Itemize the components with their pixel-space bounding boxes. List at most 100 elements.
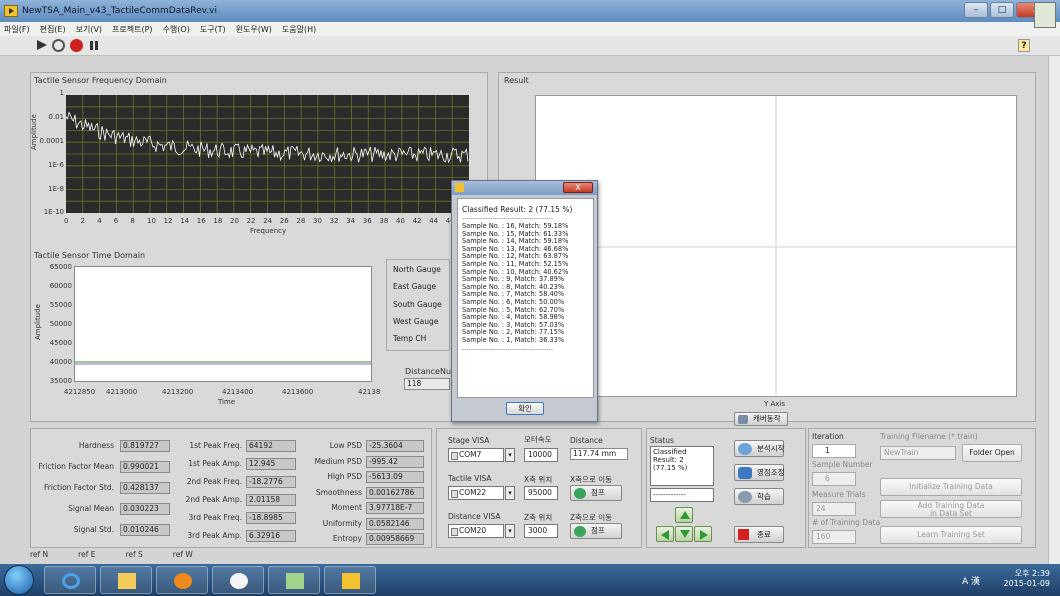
minimize-button[interactable]: – (964, 2, 988, 18)
x-pos-input[interactable]: 95000 (524, 486, 558, 500)
stage-visa-select[interactable]: COM7 (448, 448, 504, 462)
arrow-right-icon (574, 526, 586, 537)
menu-edit[interactable]: 편집(E) (40, 24, 66, 35)
internet-explorer-icon (62, 573, 80, 589)
run-continuously-icon[interactable] (52, 39, 65, 52)
match-line: Sample No. : 1, Match: 36.33% (462, 335, 565, 344)
menu-help[interactable]: 도움말(H) (282, 24, 316, 35)
move-up-button[interactable] (675, 507, 693, 523)
status-line: (77.15 %) (653, 464, 688, 472)
move-down-button[interactable] (675, 526, 693, 542)
tactile-visa-dropdown[interactable]: ▾ (505, 486, 515, 500)
dialog-ok-button[interactable]: 확인 (506, 402, 544, 415)
menu-file[interactable]: 파일(F) (4, 24, 30, 35)
freq-xtick: 8 (130, 217, 135, 225)
taskbar-paint[interactable] (268, 566, 320, 594)
time-plot-area[interactable] (74, 266, 372, 382)
distance-visa-label: Distance VISA (448, 512, 501, 521)
start-button[interactable] (4, 565, 34, 595)
move-left-button[interactable] (656, 526, 674, 542)
magnifier-icon (738, 443, 752, 455)
time-xtick: 4212850 (64, 388, 96, 396)
dialog-titlebar[interactable]: X (452, 181, 597, 195)
taskbar-media[interactable] (156, 566, 208, 594)
z-jump-button[interactable]: 점프 (570, 523, 622, 539)
media-player-icon (174, 573, 192, 589)
feature-label: 3rd Peak Freq. (188, 513, 242, 522)
feature-value: 0.00958669 (366, 533, 424, 545)
sample-number-input[interactable]: 6 (812, 472, 856, 486)
menu-tools[interactable]: 도구(T) (200, 24, 226, 35)
system-clock[interactable]: 오후 2:39 2015-01-09 (1004, 568, 1051, 588)
freq-ytick: 1 (59, 89, 64, 97)
taskbar-explorer[interactable] (100, 566, 152, 594)
measure-trials-input[interactable]: 24 (812, 502, 856, 516)
time-ytick: 45000 (49, 339, 72, 347)
status-secondary: ------------- (650, 488, 714, 502)
initialize-training-button[interactable]: Initialize Training Data (880, 478, 1022, 496)
distance-visa-dropdown[interactable]: ▾ (505, 524, 515, 538)
legend-action-label: 캐버동작 (753, 414, 781, 423)
freq-trace (66, 111, 469, 164)
freq-ytick: 1E-10 (43, 208, 64, 216)
dialog-message: Classified Result: 2 (77.15 %) ---------… (457, 198, 594, 398)
freq-plot-area[interactable] (66, 95, 469, 213)
clock-date: 2015-01-09 (1003, 579, 1051, 588)
add-training-button[interactable]: Add Training Data in Data Set (880, 500, 1022, 518)
motor-speed-input[interactable]: 10000 (524, 448, 558, 462)
iteration-label: Iteration (812, 432, 844, 441)
freq-xtick: 6 (113, 217, 119, 225)
x-jump-button[interactable]: 점프 (570, 485, 622, 501)
taskbar-ie[interactable] (44, 566, 96, 594)
match-list: Sample No. : 16, Match: 59.18% Sample No.… (462, 222, 589, 345)
freq-xtick: 36 (362, 217, 372, 225)
distance-num-indicator: 118 (404, 378, 450, 390)
menu-window[interactable]: 윈도우(W) (236, 24, 272, 35)
feature-value: 0.00162786 (366, 486, 424, 499)
tactile-visa-select[interactable]: COM22 (448, 486, 504, 500)
calibrate-button[interactable]: 영점조정 (734, 464, 785, 481)
feature-value: 0.0582146 (366, 517, 424, 530)
context-help-button[interactable]: ? (1018, 39, 1030, 52)
result-xlabel: Y Axis (764, 400, 786, 408)
distance-num-label: DistanceNu (405, 367, 452, 376)
taskbar-vi[interactable] (324, 566, 376, 594)
ime-indicator[interactable]: A 漢 (962, 574, 980, 587)
z-pos-label: Z축 위치 (524, 513, 553, 522)
status-label: Status (650, 436, 674, 445)
feature-label: Uniformity (322, 518, 362, 528)
menu-project[interactable]: 프로젝트(P) (112, 24, 153, 35)
pause-icon[interactable] (86, 38, 102, 53)
stop-icon (738, 529, 749, 540)
window-titlebar[interactable]: NewTSA_Main_v43_TactileCommDataRev.vi – … (0, 0, 1060, 22)
folder-open-button[interactable]: Folder Open (962, 444, 1022, 462)
east-gauge-label: East Gauge (393, 282, 437, 291)
learn-training-set-button[interactable]: Learn Training Set (880, 526, 1022, 544)
taskbar-labview[interactable] (212, 566, 264, 594)
learn-button[interactable]: 학습 (734, 488, 784, 505)
time-ytick: 40000 (49, 358, 72, 366)
analyze-start-button[interactable]: 분석시작 (734, 440, 785, 457)
maximize-button[interactable]: □ (990, 2, 1014, 18)
feature-label: Smoothness (315, 487, 362, 497)
result-plot-area[interactable] (535, 95, 1017, 397)
run-arrow-icon[interactable] (34, 38, 50, 53)
freq-ytick: 1E-6 (48, 161, 64, 169)
freq-xlabel: Frequency (250, 227, 287, 235)
time-ylabel: Amplitude (34, 304, 42, 340)
z-pos-input[interactable]: 3000 (524, 524, 558, 538)
vertical-scrollbar[interactable] (1048, 56, 1060, 564)
freq-xtick: 28 (296, 217, 306, 225)
stop-button[interactable]: 종료 (734, 526, 784, 543)
abort-icon[interactable] (70, 39, 83, 52)
iteration-input[interactable]: 1 (812, 444, 856, 458)
stage-visa-dropdown[interactable]: ▾ (505, 448, 515, 462)
distance-visa-select[interactable]: COM20 (448, 524, 504, 538)
menu-operate[interactable]: 수행(O) (163, 24, 190, 35)
dialog-close-button[interactable]: X (563, 182, 593, 193)
menu-view[interactable]: 보기(V) (76, 24, 102, 35)
training-filename-input[interactable]: NewTrain (880, 446, 956, 460)
move-right-button[interactable] (694, 526, 712, 542)
legend-action-button[interactable]: 캐버동작 (734, 412, 788, 426)
feature-label: Friction Factor Std. (44, 483, 114, 492)
